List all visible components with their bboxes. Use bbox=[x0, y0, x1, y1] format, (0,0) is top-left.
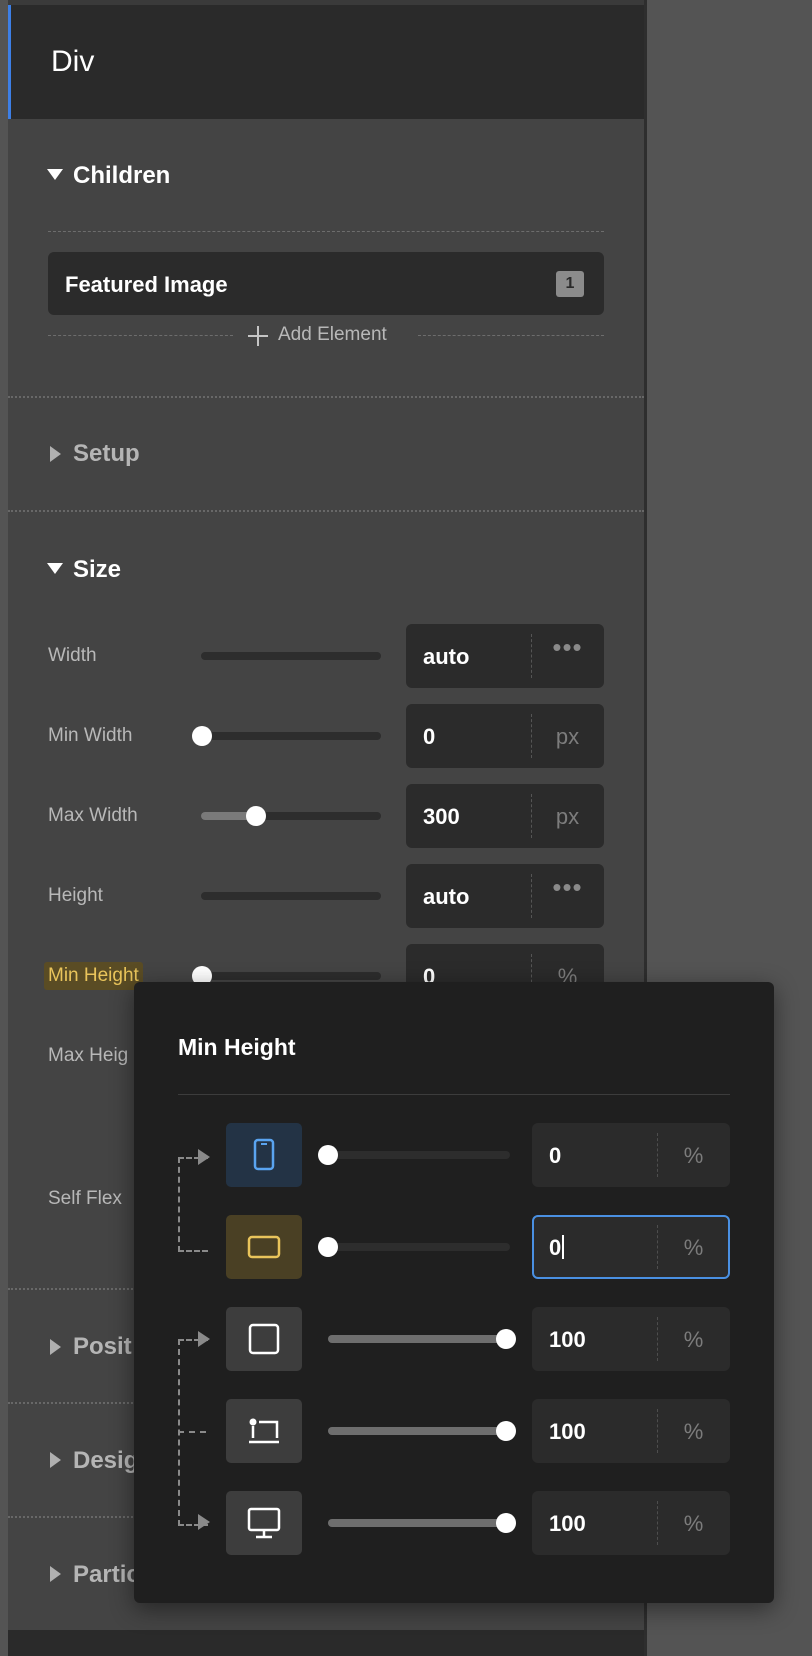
chevron-down-icon[interactable] bbox=[47, 169, 63, 180]
section-separator bbox=[8, 396, 644, 398]
mobile-portrait-icon bbox=[253, 1138, 275, 1171]
plus-icon bbox=[248, 326, 268, 346]
laptop-slider[interactable] bbox=[328, 1427, 510, 1435]
section-title-design[interactable]: Desig bbox=[73, 1447, 138, 1475]
element-header: Div bbox=[8, 5, 644, 119]
divider bbox=[418, 335, 604, 336]
section-title-setup[interactable]: Setup bbox=[73, 440, 140, 468]
popover-title: Min Height bbox=[178, 1034, 296, 1060]
child-item-featured-image[interactable]: Featured Image 1 bbox=[48, 252, 604, 315]
mobile-landscape-input[interactable]: 0 % bbox=[532, 1215, 730, 1279]
breakpoint-desktop-button[interactable] bbox=[226, 1491, 302, 1555]
slider-fill bbox=[328, 1519, 510, 1527]
mobile-portrait-value: 0 bbox=[549, 1143, 562, 1168]
height-label: Height bbox=[48, 885, 103, 906]
section-separator bbox=[8, 510, 644, 512]
divider bbox=[178, 1094, 730, 1095]
mobile-portrait-slider[interactable] bbox=[328, 1151, 510, 1159]
section-title-position[interactable]: Posit bbox=[73, 1333, 132, 1361]
min-height-breakpoints-popover: Min Height 0 % 0 % 100 % 100 % 100 % bbox=[134, 982, 774, 1603]
mobile-landscape-slider[interactable] bbox=[328, 1243, 510, 1251]
add-element-label: Add Element bbox=[278, 324, 387, 345]
tablet-slider-handle[interactable] bbox=[496, 1329, 516, 1349]
inheritance-connector bbox=[178, 1157, 208, 1252]
desktop-icon bbox=[247, 1507, 281, 1539]
panel-footer bbox=[8, 1630, 644, 1656]
arrow-right-icon bbox=[198, 1514, 210, 1530]
max-width-value: 300 bbox=[423, 804, 460, 829]
unit-selector[interactable]: % bbox=[657, 1511, 730, 1537]
chevron-right-icon[interactable] bbox=[50, 446, 61, 462]
max-width-label: Max Width bbox=[48, 805, 138, 826]
chevron-right-icon[interactable] bbox=[50, 1452, 61, 1468]
mobile-landscape-icon bbox=[247, 1235, 281, 1259]
desktop-input[interactable]: 100 % bbox=[532, 1491, 730, 1555]
mobile-portrait-slider-handle[interactable] bbox=[318, 1145, 338, 1165]
max-width-slider-handle[interactable] bbox=[246, 806, 266, 826]
breakpoint-mobile-landscape-button[interactable] bbox=[226, 1215, 302, 1279]
tablet-icon bbox=[248, 1323, 280, 1355]
section-title-particles[interactable]: Partic bbox=[73, 1561, 140, 1589]
max-height-label: Max Heig bbox=[48, 1045, 129, 1066]
inheritance-connector bbox=[178, 1431, 206, 1433]
width-slider[interactable] bbox=[201, 652, 381, 660]
child-count-badge: 1 bbox=[556, 271, 584, 297]
more-options-icon[interactable]: ••• bbox=[531, 632, 604, 663]
laptop-icon bbox=[249, 1418, 279, 1444]
height-slider[interactable] bbox=[201, 892, 381, 900]
arrow-right-icon bbox=[198, 1331, 210, 1347]
unit-selector[interactable]: % bbox=[657, 1327, 730, 1353]
element-title: Div bbox=[51, 45, 95, 78]
tablet-input[interactable]: 100 % bbox=[532, 1307, 730, 1371]
desktop-slider-handle[interactable] bbox=[496, 1513, 516, 1533]
laptop-slider-handle[interactable] bbox=[496, 1421, 516, 1441]
unit-selector[interactable]: % bbox=[657, 1235, 730, 1261]
max-width-input[interactable]: 300 px bbox=[406, 784, 604, 848]
unit-selector[interactable]: px bbox=[531, 724, 604, 750]
chevron-right-icon[interactable] bbox=[50, 1566, 61, 1582]
height-input[interactable]: auto ••• bbox=[406, 864, 604, 928]
height-value: auto bbox=[423, 884, 470, 909]
desktop-value: 100 bbox=[549, 1511, 586, 1536]
min-height-label[interactable]: Min Height bbox=[44, 962, 143, 990]
min-height-slider[interactable] bbox=[201, 972, 381, 980]
unit-selector[interactable]: px bbox=[531, 804, 604, 830]
min-width-value: 0 bbox=[423, 724, 436, 749]
divider bbox=[48, 335, 233, 336]
mobile-portrait-input[interactable]: 0 % bbox=[532, 1123, 730, 1187]
tablet-value: 100 bbox=[549, 1327, 586, 1352]
min-width-slider-handle[interactable] bbox=[192, 726, 212, 746]
mobile-landscape-value: 0 bbox=[549, 1235, 565, 1261]
tablet-slider[interactable] bbox=[328, 1335, 510, 1343]
max-width-slider[interactable] bbox=[201, 812, 381, 820]
text-caret bbox=[562, 1235, 565, 1259]
width-value: auto bbox=[423, 644, 470, 669]
min-width-slider[interactable] bbox=[201, 732, 381, 740]
chevron-down-icon[interactable] bbox=[47, 563, 63, 574]
unit-selector[interactable]: % bbox=[657, 1143, 730, 1169]
mobile-landscape-slider-handle[interactable] bbox=[318, 1237, 338, 1257]
chevron-right-icon[interactable] bbox=[50, 1339, 61, 1355]
self-flex-label: Self Flex bbox=[48, 1188, 122, 1209]
min-width-label: Min Width bbox=[48, 725, 133, 746]
more-options-icon[interactable]: ••• bbox=[531, 872, 604, 903]
breakpoint-mobile-portrait-button[interactable] bbox=[226, 1123, 302, 1187]
unit-selector[interactable]: % bbox=[657, 1419, 730, 1445]
desktop-slider[interactable] bbox=[328, 1519, 510, 1527]
breakpoint-laptop-button[interactable] bbox=[226, 1399, 302, 1463]
arrow-right-icon bbox=[198, 1149, 210, 1165]
divider bbox=[48, 231, 604, 232]
breakpoint-tablet-button[interactable] bbox=[226, 1307, 302, 1371]
section-title-children[interactable]: Children bbox=[73, 162, 170, 190]
section-title-size[interactable]: Size bbox=[73, 556, 121, 584]
slider-fill bbox=[328, 1427, 510, 1435]
min-width-input[interactable]: 0 px bbox=[406, 704, 604, 768]
slider-fill bbox=[328, 1335, 510, 1343]
width-label: Width bbox=[48, 645, 97, 666]
width-input[interactable]: auto ••• bbox=[406, 624, 604, 688]
laptop-input[interactable]: 100 % bbox=[532, 1399, 730, 1463]
child-item-name: Featured Image bbox=[65, 272, 228, 297]
laptop-value: 100 bbox=[549, 1419, 586, 1444]
